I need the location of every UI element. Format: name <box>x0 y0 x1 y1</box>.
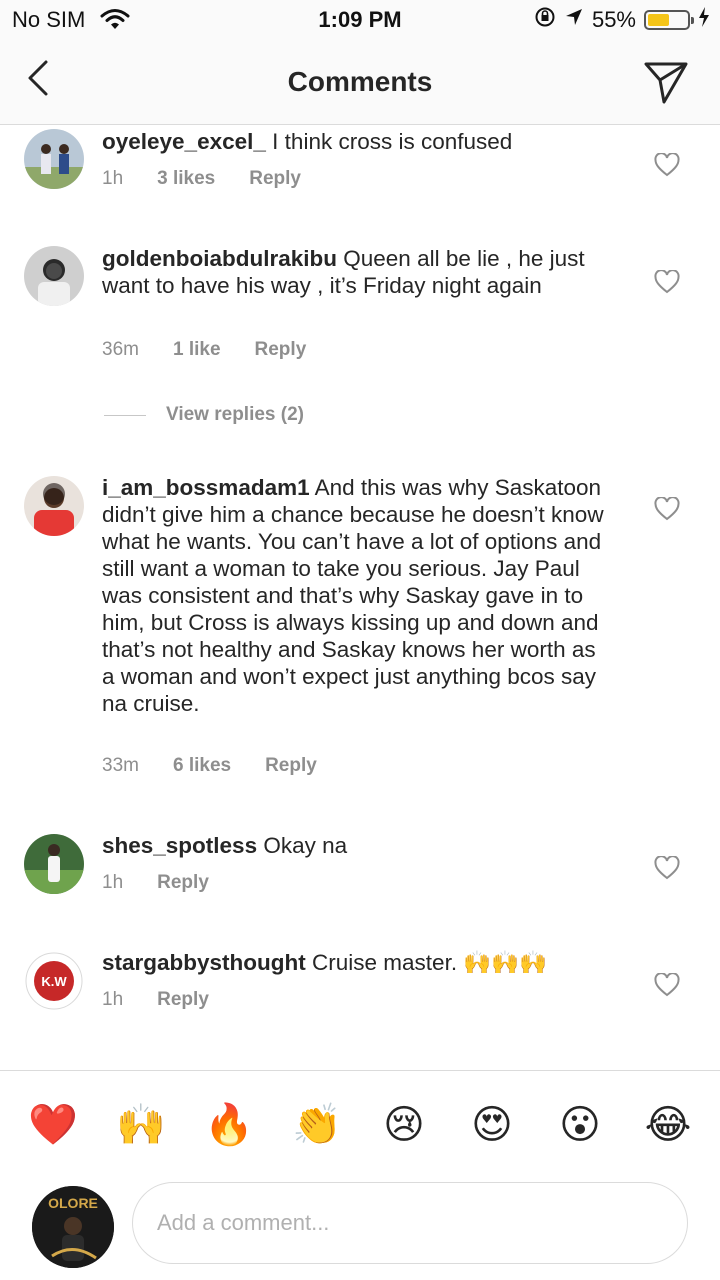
comment-age: 1h <box>102 989 124 1010</box>
avatar[interactable] <box>24 129 84 189</box>
comment-text: Cruise master. 🙌🙌🙌 <box>312 950 548 975</box>
comment-composer: OLORE <box>0 1178 720 1280</box>
raising-hands-emoji-button[interactable]: 🙌 <box>116 1101 166 1149</box>
like-heart-icon[interactable] <box>654 152 680 177</box>
comment-username[interactable]: stargabbysthought <box>102 950 306 975</box>
heart-eyes-emoji-button[interactable]: 😍 <box>468 1101 516 1149</box>
reply-button[interactable]: Reply <box>265 755 317 777</box>
status-bar: No SIM 1:09 PM 55% <box>0 0 720 40</box>
red-heart-emoji-button[interactable]: ❤️ <box>28 1101 78 1149</box>
fire-emoji-button[interactable]: 🔥 <box>204 1101 254 1149</box>
comment-username[interactable]: goldenboiabdulrakibu <box>102 246 337 271</box>
comment-age: 33m <box>102 755 139 776</box>
crying-face-emoji-button[interactable]: 😢 <box>380 1101 428 1149</box>
comment-age: 1h <box>102 168 124 189</box>
like-heart-icon[interactable] <box>654 972 680 997</box>
rotation-lock-icon <box>534 6 556 34</box>
page-title: Comments <box>287 66 433 97</box>
avatar[interactable] <box>24 476 84 536</box>
emoji-quick-reply-bar: ❤️ 🙌 🔥 👏 😢 😍 😮 😂 <box>0 1070 720 1179</box>
comment-age: 1h <box>102 872 124 893</box>
reply-button[interactable]: Reply <box>157 989 209 1011</box>
tears-of-joy-emoji-button[interactable]: 😂 <box>644 1101 692 1149</box>
view-replies-link[interactable]: View replies (2) <box>104 404 304 426</box>
share-send-button[interactable] <box>642 58 690 106</box>
comment-username[interactable]: oyeleye_excel_ <box>102 129 266 154</box>
location-icon <box>564 7 584 33</box>
battery-percent: 55% <box>591 7 636 32</box>
navigation-bar: Comments <box>0 40 720 125</box>
clapping-hands-emoji-button[interactable]: 👏 <box>292 1101 342 1149</box>
comment-age: 36m <box>102 339 139 360</box>
avatar-logo-text: K.W <box>41 974 67 989</box>
reply-button[interactable]: Reply <box>255 339 307 361</box>
battery-level-fill <box>648 14 669 26</box>
comment-text: I think cross is confused <box>272 129 513 154</box>
divider <box>104 414 146 416</box>
reply-button[interactable]: Reply <box>249 168 301 190</box>
comment-username[interactable]: i_am_bossmadam1 <box>102 475 310 500</box>
like-heart-icon[interactable] <box>654 269 680 294</box>
comment-list[interactable]: oyeleye_excel_ I think cross is confused… <box>0 125 720 1070</box>
surprised-face-emoji-button[interactable]: 😮 <box>556 1101 604 1149</box>
battery-icon <box>644 10 694 30</box>
reply-button[interactable]: Reply <box>157 872 209 894</box>
like-heart-icon[interactable] <box>654 496 680 521</box>
like-heart-icon[interactable] <box>654 855 680 880</box>
likes-count[interactable]: 3 likes <box>157 168 215 190</box>
avatar[interactable]: K.W <box>24 951 84 1011</box>
comment-text: And this was why Saskatoon didn’t give h… <box>102 475 604 716</box>
charging-icon <box>698 7 710 33</box>
comment-username[interactable]: shes_spotless <box>102 833 257 858</box>
likes-count[interactable]: 1 like <box>173 339 221 361</box>
avatar-logo-text: OLORE <box>48 1195 98 1211</box>
likes-count[interactable]: 6 likes <box>173 755 231 777</box>
view-replies-label: View replies (2) <box>166 404 304 425</box>
avatar[interactable] <box>24 246 84 306</box>
current-user-avatar: OLORE <box>32 1186 114 1268</box>
add-comment-input[interactable] <box>132 1182 688 1264</box>
comment-text: Okay na <box>263 833 348 858</box>
avatar[interactable] <box>24 834 84 894</box>
